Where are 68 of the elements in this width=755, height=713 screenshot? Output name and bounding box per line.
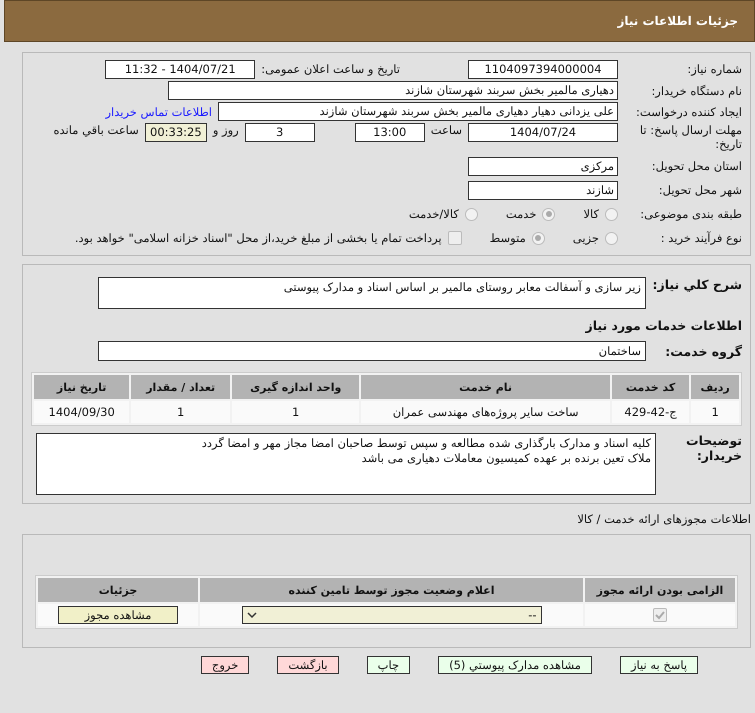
remaining-time-field: 00:33:25: [144, 123, 207, 142]
column-header: واحد اندازه گیری: [232, 375, 360, 399]
deadline-date-field: 1404/07/24: [468, 123, 618, 142]
field-label: شرح کلي نياز:: [652, 277, 742, 292]
city-field: شازند: [468, 180, 618, 200]
buyer-notes-field: کلیه اسناد و مدارک بارگذاری شده مطالعه و سپس توسط صاحبان امضا مجاز مهر و امضا گردد ملاک تعین برنده بر عهده کمیسیون معاملات دهیاری می باشد: [36, 433, 656, 495]
province-field: مرکزی: [468, 156, 618, 176]
deadline-time-field: 13:00: [354, 123, 425, 142]
table-cell: ساخت سایر پروژه‌های مهندسی عمران: [361, 401, 610, 423]
section-title: اطلاعات مجوزهای ارائه خدمت / کالا: [576, 512, 751, 526]
column-header: الزامی بودن ارائه مجوز: [585, 578, 735, 602]
action-button[interactable]: خروج: [200, 656, 250, 674]
table-cell: 1: [232, 401, 360, 423]
section-title: اطلاعات خدمات مورد نیاز: [584, 318, 742, 332]
announce-date-field: 1404/07/21 - 11:32: [105, 60, 256, 78]
action-button[interactable]: بازگشت: [277, 656, 339, 674]
service-group-field: ساختمان: [98, 341, 646, 361]
need-number-field: 1104097394000004: [468, 60, 618, 78]
field-label: تاریخ و ساعت اعلان عمومی:: [261, 62, 400, 76]
field-label: شهر محل تحویل:: [658, 183, 742, 197]
buyer-name-field: دهیاری مالمیر بخش سربند شهرستان شازند: [168, 81, 618, 100]
field-label: ساعت: [430, 123, 462, 137]
requester-field: علی یزدانی دهیار دهیاری مالمیر بخش سربند شهرستان شازند: [218, 102, 618, 121]
days-field: 3: [244, 123, 315, 142]
field-label: روز و: [212, 123, 239, 137]
column-header: جزئیات: [38, 578, 198, 602]
checkbox-label: پرداخت تمام یا بخشی از مبلغ خرید،از محل "اسناد خزانه اسلامی" خواهد بود.: [74, 231, 442, 245]
radio-button[interactable]: [605, 232, 618, 244]
action-button[interactable]: پاسخ به نیاز: [620, 656, 698, 674]
chevron-down-icon: [246, 611, 256, 619]
field-label: مهلت ارسال پاسخ: تا تاریخ:: [638, 123, 742, 151]
column-header: کد خدمت: [612, 375, 690, 399]
column-header: ردیف: [691, 375, 739, 399]
field-label: توضیحات خریدار:: [685, 433, 742, 463]
radio-label: خدمت: [506, 207, 536, 221]
table-cell: 1: [691, 401, 739, 423]
action-button[interactable]: مشاهده مدارک پیوستي (5): [438, 656, 592, 674]
view-permit-button[interactable]: مشاهده مجوز: [58, 606, 178, 624]
field-label: ساعت باقي مانده: [54, 123, 139, 137]
checkbox[interactable]: [653, 608, 667, 622]
field-label: نام دستگاه خریدار:: [650, 84, 742, 98]
contact-link[interactable]: اطلاعات تماس خریدار: [105, 104, 212, 118]
status-select[interactable]: --: [242, 606, 542, 624]
radio-label: جزیی: [572, 231, 599, 245]
field-label: استان محل تحویل:: [650, 159, 742, 173]
table-cell: 1404/09/30: [34, 401, 130, 423]
field-label: گروه خدمت:: [664, 344, 742, 358]
column-header: تاریخ نیاز: [34, 375, 130, 399]
radio-button[interactable]: [542, 208, 556, 220]
table-cell: 1: [131, 401, 230, 423]
action-button[interactable]: چاپ: [366, 656, 410, 674]
field-label: طبقه بندی موضوعی:: [639, 207, 742, 221]
radio-button[interactable]: [605, 208, 618, 220]
radio-label: متوسط: [490, 231, 526, 245]
field-label: نوع فرآیند خرید :: [660, 231, 742, 245]
radio-label: کالا/خدمت: [408, 207, 459, 221]
radio-button[interactable]: [532, 232, 545, 244]
radio-label: کالا: [583, 207, 599, 221]
checkbox[interactable]: [448, 231, 462, 245]
page-title: جزئیات اطلاعات نیاز: [4, 0, 755, 42]
table-cell: ج-42-429: [612, 401, 690, 423]
column-header: نام خدمت: [361, 375, 610, 399]
field-label: ایجاد کننده درخواست:: [635, 104, 742, 118]
column-header: اعلام وضعیت مجوز توسط تامین کننده: [200, 578, 583, 602]
field-label: شماره نیاز:: [686, 62, 742, 76]
column-header: تعداد / مقدار: [131, 375, 230, 399]
radio-button[interactable]: [464, 208, 478, 220]
description-field: زیر سازی و آسفالت معابر روستای مالمیر بر اساس اسناد و مدارک پیوستی: [98, 277, 646, 309]
